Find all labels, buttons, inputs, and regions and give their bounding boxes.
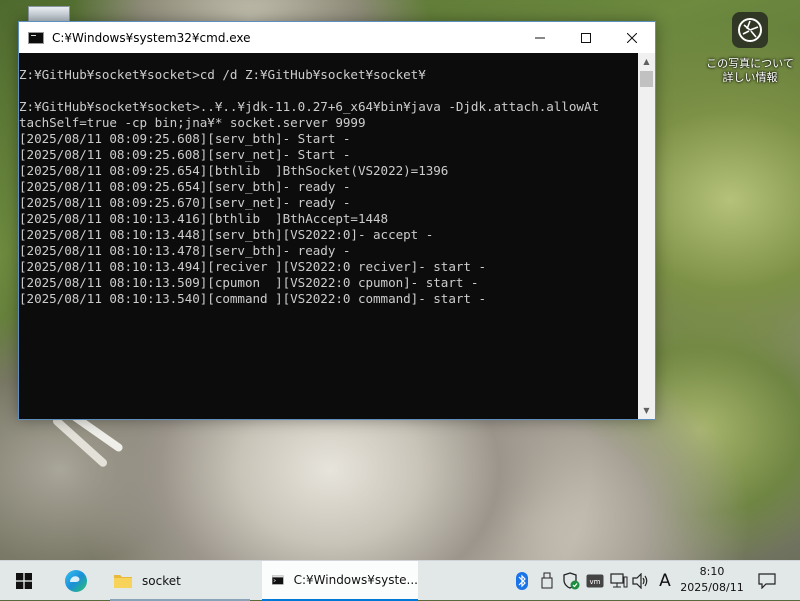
console-line: Z:¥GitHub¥socket¥socket>..¥..¥jdk-11.0.2… — [19, 99, 599, 114]
cmd-icon[interactable] — [28, 31, 44, 44]
photo-info-label-line2[interactable]: 詳しい情報 — [700, 71, 800, 85]
minimize-button[interactable] — [517, 22, 563, 53]
taskbar: socket C:¥Windows¥syste... vm A 8:10 202… — [0, 560, 800, 601]
photo-info-label-line1[interactable]: この写真について — [700, 57, 800, 71]
vm-icon[interactable]: vm — [586, 571, 604, 591]
taskbar-item-label: C:¥Windows¥syste... — [293, 573, 418, 587]
ime-mode-indicator[interactable]: A — [654, 571, 676, 591]
taskbar-clock[interactable]: 8:10 2025/08/11 — [680, 564, 744, 596]
window-title: C:¥Windows¥system32¥cmd.exe — [52, 30, 251, 45]
folder-icon — [114, 575, 132, 588]
usb-device-icon[interactable] — [538, 571, 556, 591]
svg-text:vm: vm — [590, 578, 601, 586]
taskbar-item-socket[interactable]: socket — [104, 561, 256, 601]
console-line: [2025/08/11 08:10:13.509][cpumon ][VS202… — [19, 275, 479, 290]
camera-lens-icon[interactable] — [732, 12, 768, 48]
security-shield-icon[interactable] — [562, 571, 580, 591]
photo-info-widget[interactable]: この写真について 詳しい情報 — [700, 12, 800, 85]
scrollbar-thumb[interactable] — [640, 71, 653, 87]
maximize-button[interactable] — [563, 22, 609, 53]
cmd-icon — [272, 575, 284, 585]
clock-time: 8:10 — [699, 565, 725, 578]
console-line: [2025/08/11 08:10:13.448][serv_bth][VS20… — [19, 227, 434, 242]
taskbar-item-cmd[interactable]: C:¥Windows¥syste... — [262, 561, 418, 601]
console-line: [2025/08/11 08:10:13.540][command ][VS20… — [19, 291, 486, 306]
console-line: [2025/08/11 08:09:25.670][serv_net]- rea… — [19, 195, 351, 210]
network-icon[interactable] — [610, 571, 628, 591]
volume-icon[interactable] — [632, 571, 650, 591]
minimize-icon — [535, 37, 545, 38]
maximize-icon — [581, 32, 591, 43]
recycle-bin-icon[interactable] — [28, 6, 70, 21]
console-output[interactable]: Z:¥GitHub¥socket¥socket>cd /d Z:¥GitHub¥… — [19, 53, 638, 419]
bluetooth-icon[interactable] — [514, 571, 530, 591]
clock-date: 2025/08/11 — [680, 581, 744, 594]
console-line: [2025/08/11 08:10:13.416][bthlib ]BthAcc… — [19, 211, 389, 226]
console-line: [2025/08/11 08:09:25.654][serv_bth]- rea… — [19, 179, 351, 194]
windows-logo-icon — [16, 573, 32, 589]
console-line: [2025/08/11 08:10:13.494][reciver ][VS20… — [19, 259, 486, 274]
vertical-scrollbar[interactable]: ▲ ▼ — [638, 53, 655, 419]
taskbar-item-label: socket — [142, 574, 181, 588]
photo-info-label[interactable]: この写真について 詳しい情報 — [700, 57, 800, 85]
console-line: [2025/08/11 08:09:25.608][serv_bth]- Sta… — [19, 131, 351, 146]
notification-icon[interactable] — [756, 571, 778, 591]
window-titlebar[interactable]: C:¥Windows¥system32¥cmd.exe — [19, 22, 655, 53]
start-button[interactable] — [0, 561, 48, 601]
edge-browser-icon — [65, 570, 87, 592]
console-line: [2025/08/11 08:10:13.478][serv_bth]- rea… — [19, 243, 351, 258]
edge-taskbar-button[interactable] — [52, 561, 100, 601]
scroll-up-icon[interactable]: ▲ — [638, 53, 655, 70]
close-button[interactable] — [609, 22, 655, 53]
scroll-down-icon[interactable]: ▼ — [638, 402, 655, 419]
close-icon — [627, 32, 637, 43]
console-line: [2025/08/11 08:09:25.608][serv_net]- Sta… — [19, 147, 351, 162]
console-line: tachSelf=true -cp bin;jna¥* socket.serve… — [19, 115, 366, 130]
cmd-window[interactable]: C:¥Windows¥system32¥cmd.exe Z:¥GitHub¥so… — [18, 21, 656, 420]
console-line: [2025/08/11 08:09:25.654][bthlib ]BthSoc… — [19, 163, 449, 178]
console-line: Z:¥GitHub¥socket¥socket>cd /d Z:¥GitHub¥… — [19, 67, 426, 82]
